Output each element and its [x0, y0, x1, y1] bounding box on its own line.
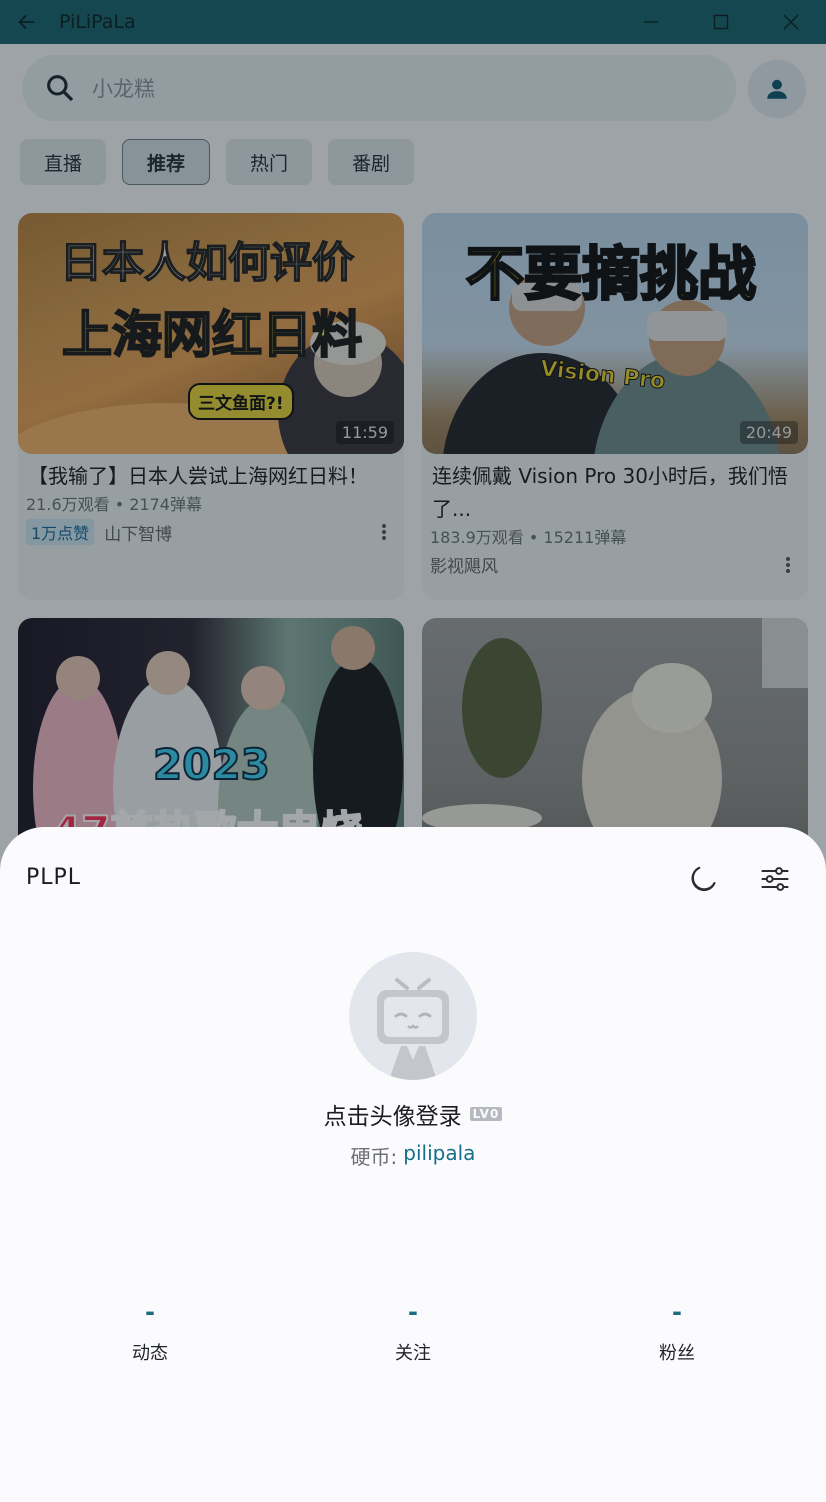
login-avatar[interactable] [349, 952, 477, 1080]
coin-label: 硬币: [350, 1145, 398, 1169]
stat-label: 粉丝 [659, 1343, 695, 1364]
theme-toggle-button[interactable] [685, 861, 721, 897]
stat-value: - [408, 1298, 418, 1326]
user-bottom-sheet: PLPL 点击头像登录 LV0 硬币: pilipala - 动态 - 关注 -… [0, 827, 826, 1502]
settings-button[interactable] [757, 861, 793, 897]
stat-dynamics[interactable]: - 动态 [90, 1297, 210, 1365]
sliders-icon [761, 867, 789, 891]
stat-value: - [145, 1298, 155, 1326]
stat-following[interactable]: - 关注 [353, 1297, 473, 1365]
coin-info: 硬币: pilipala [0, 1141, 826, 1170]
stat-label: 动态 [132, 1343, 168, 1364]
bilibili-tv-avatar-icon [377, 978, 449, 1080]
sheet-brand: PLPL [26, 865, 82, 890]
level-badge: LV0 [469, 1107, 503, 1121]
coin-value: pilipala [403, 1141, 476, 1165]
moon-icon [691, 866, 716, 892]
stat-followers[interactable]: - 粉丝 [617, 1297, 737, 1365]
login-prompt[interactable]: 点击头像登录 [324, 1097, 462, 1131]
stat-value: - [672, 1298, 682, 1326]
stat-label: 关注 [395, 1343, 431, 1364]
